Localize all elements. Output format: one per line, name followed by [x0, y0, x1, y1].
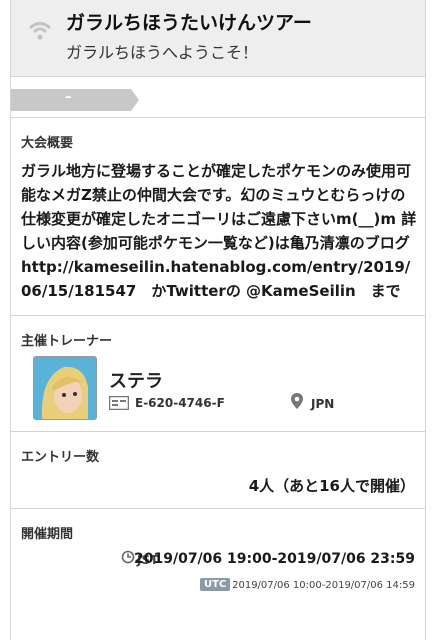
competition-detail-page: ガラルちほうたいけんツアー ガラルちほうへようこそ！ – 大会概要 ガラル地方に…	[10, 0, 426, 640]
trainer-country: JPN	[311, 397, 335, 411]
organizer-section: 主催トレーナー ステラ E-620-4746-F JPN	[11, 316, 425, 432]
trainer-id: E-620-4746-F	[135, 396, 225, 410]
period-times: JST 2019/07/06 19:00-2019/07/06 23:59 UT…	[11, 542, 425, 606]
location-pin-icon	[291, 393, 303, 409]
status-ribbon-label: –	[65, 90, 72, 105]
entries-section: エントリー数 4人（あと16人で開催）	[11, 432, 425, 509]
organizer-card[interactable]: ステラ E-620-4746-F JPN	[11, 349, 425, 431]
trainer-name: ステラ	[109, 371, 163, 392]
organizer-label: 主催トレーナー	[21, 334, 113, 349]
trainer-card-icon	[109, 396, 129, 410]
avatar	[33, 356, 97, 420]
competition-subtitle: ガラルちほうへようこそ！	[66, 43, 259, 62]
entries-label: エントリー数	[21, 450, 100, 465]
overview-label: 大会概要	[21, 136, 74, 151]
wifi-icon	[28, 22, 52, 40]
utc-badge: UTC	[200, 578, 231, 591]
period-section: 開催期間 JST 2019/07/06 19:00-2019/07/06 23:…	[11, 509, 425, 606]
header: ガラルちほうたいけんツアー ガラルちほうへようこそ！	[11, 0, 425, 77]
jst-range: 2019/07/06 19:00-2019/07/06 23:59	[134, 551, 415, 567]
clock-icon	[121, 550, 135, 564]
status-ribbon: –	[11, 89, 139, 111]
status-ribbon-row: –	[11, 77, 425, 118]
utc-range: 2019/07/06 10:00-2019/07/06 14:59	[232, 580, 415, 591]
overview-section: 大会概要 ガラル地方に登場することが確定したポケモンのみ使用可能なメガZ禁止の仲…	[11, 118, 425, 316]
entries-value: 4人（あと16人で開催）	[248, 477, 415, 495]
competition-title: ガラルちほうたいけんツアー	[66, 12, 312, 34]
overview-text: ガラル地方に登場することが確定したポケモンのみ使用可能なメガZ禁止の仲間大会です…	[21, 162, 417, 300]
period-label: 開催期間	[21, 527, 74, 542]
